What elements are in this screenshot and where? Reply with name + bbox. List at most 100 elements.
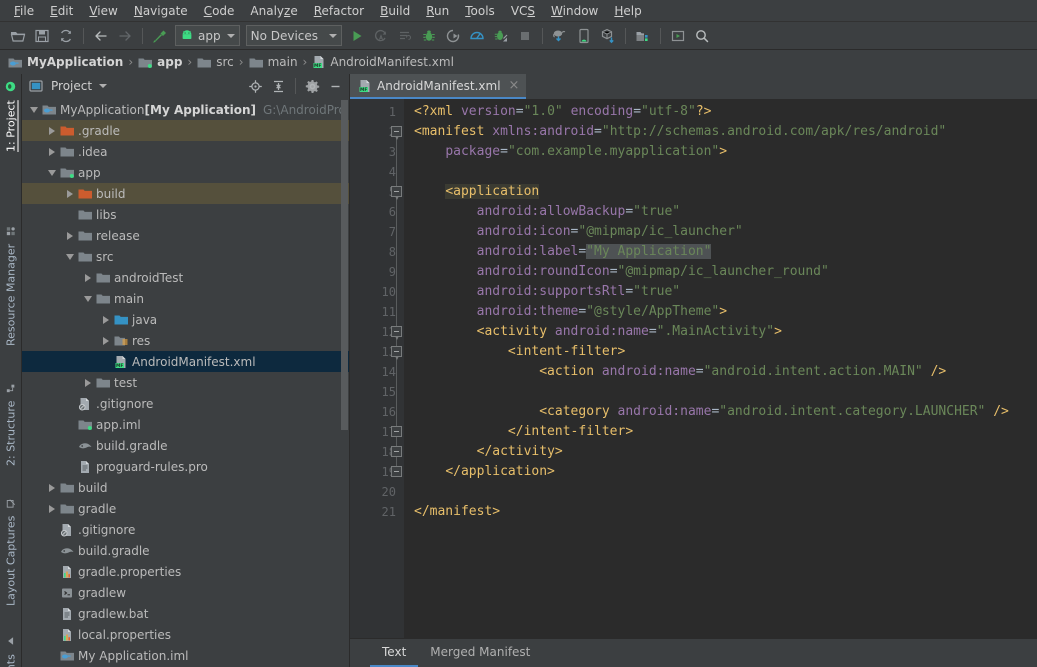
avd-manager-icon[interactable] — [572, 24, 596, 48]
attach-debugger-to-process-icon[interactable] — [489, 24, 513, 48]
code-line-8[interactable]: android:label="My Application" — [414, 242, 1037, 262]
fold-toggle-icon[interactable] — [391, 126, 402, 140]
menu-item-file[interactable]: File — [6, 2, 42, 20]
tree-node-app-iml[interactable]: app.iml — [22, 414, 349, 435]
make-project-icon[interactable] — [148, 24, 172, 48]
code-line-5[interactable]: <application — [414, 182, 1037, 202]
code-line-20[interactable] — [414, 482, 1037, 502]
chevron-right-icon[interactable] — [46, 504, 58, 513]
tree-node-my-application-iml[interactable]: My Application.iml — [22, 645, 349, 666]
tree-node-test[interactable]: test — [22, 372, 349, 393]
menu-item-build[interactable]: Build — [372, 2, 418, 20]
code-line-1[interactable]: <?xml version="1.0" encoding="utf-8"?> — [414, 102, 1037, 122]
tree-node-libs[interactable]: libs — [22, 204, 349, 225]
code-line-11[interactable]: android:theme="@style/AppTheme"> — [414, 302, 1037, 322]
tree-node--gitignore[interactable]: .gitignore — [22, 519, 349, 540]
apply-changes-icon[interactable] — [369, 24, 393, 48]
code-line-7[interactable]: android:icon="@mipmap/ic_launcher" — [414, 222, 1037, 242]
tool-window-tab-1--project[interactable]: 1: Project — [0, 78, 22, 156]
tool-window-tab-layout-captures[interactable]: Layout Captures — [0, 494, 22, 610]
code-line-14[interactable]: <action android:name="android.intent.act… — [414, 362, 1037, 382]
breadcrumb-item-app[interactable]: app — [138, 55, 182, 69]
chevron-right-icon[interactable] — [46, 483, 58, 492]
sync-project-icon[interactable] — [54, 24, 78, 48]
chevron-right-icon[interactable] — [46, 126, 58, 135]
tree-node--idea[interactable]: .idea — [22, 141, 349, 162]
tree-node-build-gradle[interactable]: build.gradle — [22, 540, 349, 561]
fold-toggle-icon[interactable] — [391, 446, 402, 457]
chevron-right-icon[interactable] — [100, 315, 112, 324]
profiler-icon[interactable] — [465, 24, 489, 48]
code-line-6[interactable]: android:allowBackup="true" — [414, 202, 1037, 222]
tool-window-tab-resource-manager[interactable]: Resource Manager — [0, 224, 22, 350]
code-line-10[interactable]: android:supportsRtl="true" — [414, 282, 1037, 302]
close-icon[interactable]: × — [509, 78, 520, 93]
chevron-down-icon[interactable] — [46, 169, 58, 176]
fold-toggle-icon[interactable] — [391, 186, 402, 200]
tool-window-tab-2--structure[interactable]: 2: Structure — [0, 374, 22, 470]
tree-node-gradlew[interactable]: gradlew — [22, 582, 349, 603]
tree-node-res[interactable]: res — [22, 330, 349, 351]
tree-node-gradle[interactable]: gradle — [22, 498, 349, 519]
chevron-right-icon[interactable] — [46, 147, 58, 156]
tree-node--gradle[interactable]: .gradle — [22, 120, 349, 141]
tree-node-myapplication[interactable]: MyApplication [My Application] G:\Android… — [22, 99, 349, 120]
scrollbar-thumb[interactable] — [341, 100, 348, 430]
code-line-21[interactable]: </manifest> — [414, 502, 1037, 522]
collapse-all-icon[interactable] — [269, 77, 288, 96]
code-editor[interactable]: 123456789101112131415161718192021 <?xml … — [350, 99, 1037, 638]
editor-tab-androidmanifest[interactable]: MF AndroidManifest.xml × — [350, 74, 527, 99]
sdk-manager-icon[interactable] — [548, 24, 572, 48]
project-panel-caret-icon[interactable] — [99, 84, 108, 88]
code-line-15[interactable] — [414, 382, 1037, 402]
tree-node-build[interactable]: build — [22, 477, 349, 498]
run-icon[interactable] — [345, 24, 369, 48]
code-line-9[interactable]: android:roundIcon="@mipmap/ic_launcher_r… — [414, 262, 1037, 282]
tree-node-androidtest[interactable]: androidTest — [22, 267, 349, 288]
save-all-icon[interactable] — [30, 24, 54, 48]
menu-item-window[interactable]: Window — [543, 2, 606, 20]
menu-item-edit[interactable]: Edit — [42, 2, 81, 20]
menu-item-run[interactable]: Run — [418, 2, 457, 20]
minimize-icon[interactable] — [326, 77, 345, 96]
breadcrumb-item-src[interactable]: src — [197, 55, 234, 69]
breadcrumb-item-androidmanifest-xml[interactable]: MF AndroidManifest.xml — [312, 55, 454, 69]
tree-node-java[interactable]: java — [22, 309, 349, 330]
code-line-2[interactable]: <manifest xmlns:android="http://schemas.… — [414, 122, 1037, 142]
chevron-down-icon[interactable] — [28, 106, 40, 113]
tree-node--gitignore[interactable]: .gitignore — [22, 393, 349, 414]
navigate-forward-icon[interactable] — [113, 24, 137, 48]
chevron-right-icon[interactable] — [64, 189, 76, 198]
locate-icon[interactable] — [246, 77, 265, 96]
run-configuration-selector[interactable]: app — [175, 25, 240, 46]
code-line-18[interactable]: </activity> — [414, 442, 1037, 462]
fold-toggle-icon[interactable] — [391, 326, 402, 340]
breadcrumb-item-main[interactable]: main — [249, 55, 298, 69]
debug-icon[interactable] — [417, 24, 441, 48]
design-tab-text[interactable]: Text — [370, 639, 419, 667]
code-content[interactable]: <?xml version="1.0" encoding="utf-8"?> <m… — [404, 99, 1037, 638]
menu-item-tools[interactable]: Tools — [457, 2, 503, 20]
chevron-down-icon[interactable] — [64, 253, 76, 260]
code-line-16[interactable]: <category android:name="android.intent.c… — [414, 402, 1037, 422]
chevron-right-icon[interactable] — [82, 273, 94, 282]
code-line-3[interactable]: package="com.example.myapplication"> — [414, 142, 1037, 162]
apply-code-changes-icon[interactable] — [393, 24, 417, 48]
chevron-down-icon[interactable] — [82, 295, 94, 302]
code-line-17[interactable]: </intent-filter> — [414, 422, 1037, 442]
menu-item-refactor[interactable]: Refactor — [306, 2, 372, 20]
attach-debugger-icon[interactable] — [441, 24, 465, 48]
design-tab-merged-manifest[interactable]: Merged Manifest — [418, 639, 542, 667]
menu-item-view[interactable]: View — [81, 2, 125, 20]
tree-node-build-gradle[interactable]: build.gradle — [22, 435, 349, 456]
fold-toggle-icon[interactable] — [391, 346, 402, 360]
device-selector[interactable]: No Devices — [245, 25, 342, 46]
code-line-13[interactable]: <intent-filter> — [414, 342, 1037, 362]
menu-item-help[interactable]: Help — [606, 2, 649, 20]
tree-node-src[interactable]: src — [22, 246, 349, 267]
code-line-4[interactable] — [414, 162, 1037, 182]
tree-node-main[interactable]: main — [22, 288, 349, 309]
tool-window-tab-build-variants[interactable]: Build Variants — [0, 632, 22, 667]
editor-gutter[interactable]: 123456789101112131415161718192021 — [350, 99, 404, 638]
project-tree-scrollbar[interactable] — [340, 98, 349, 667]
